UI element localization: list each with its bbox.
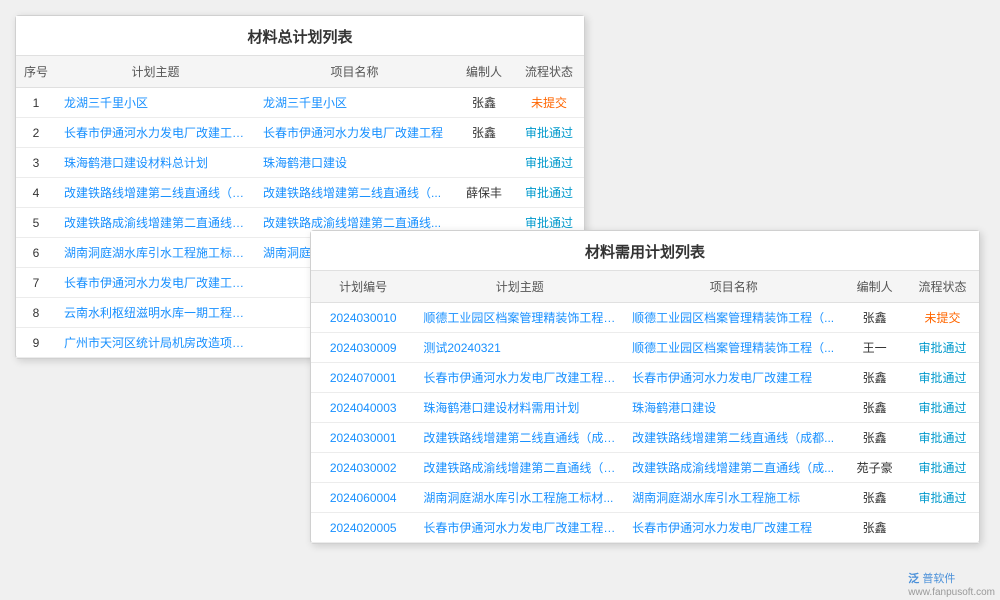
watermark-logo: 泛 bbox=[908, 573, 919, 585]
panel1-col-seq: 序号 bbox=[16, 56, 56, 88]
watermark-url: www.fanpusoft.com bbox=[908, 587, 995, 598]
panel2-col-code: 计划编号 bbox=[311, 271, 415, 303]
table-row[interactable]: 2024040003珠海鹤港口建设材料需用计划珠海鹤港口建设张鑫审批通过 bbox=[311, 393, 979, 423]
panel2-col-editor: 编制人 bbox=[843, 271, 906, 303]
table-row[interactable]: 2024070001长春市伊通河水力发电厂改建工程合...长春市伊通河水力发电厂… bbox=[311, 363, 979, 393]
panel1-col-editor: 编制人 bbox=[454, 56, 514, 88]
table-row[interactable]: 2024030001改建铁路线增建第二线直通线（成都...改建铁路线增建第二线直… bbox=[311, 423, 979, 453]
panel1-thead: 序号 计划主题 项目名称 编制人 流程状态 bbox=[16, 56, 584, 88]
table-row[interactable]: 2024060004湖南洞庭湖水库引水工程施工标材...湖南洞庭湖水库引水工程施… bbox=[311, 483, 979, 513]
panel2-thead: 计划编号 计划主题 项目名称 编制人 流程状态 bbox=[311, 271, 979, 303]
watermark-text: 普软件 bbox=[922, 573, 955, 585]
panel1-col-theme: 计划主题 bbox=[56, 56, 255, 88]
panel1-col-project: 项目名称 bbox=[255, 56, 454, 88]
table-row[interactable]: 3珠海鹤港口建设材料总计划珠海鹤港口建设审批通过 bbox=[16, 148, 584, 178]
panel2-col-theme: 计划主题 bbox=[415, 271, 624, 303]
panel2-title: 材料需用计划列表 bbox=[311, 231, 979, 271]
table-row[interactable]: 2024030009测试20240321顺德工业园区档案管理精装饰工程（...王… bbox=[311, 333, 979, 363]
table-row[interactable]: 1龙湖三千里小区龙湖三千里小区张鑫未提交 bbox=[16, 88, 584, 118]
panel2-table: 计划编号 计划主题 项目名称 编制人 流程状态 2024030010顺德工业园区… bbox=[311, 271, 979, 543]
table-row[interactable]: 2长春市伊通河水力发电厂改建工程合同材料...长春市伊通河水力发电厂改建工程张鑫… bbox=[16, 118, 584, 148]
watermark: 泛 普软件 www.fanpusoft.com bbox=[908, 570, 995, 598]
table-row[interactable]: 2024030002改建铁路成渝线增建第二直通线（成...改建铁路成渝线增建第二… bbox=[311, 453, 979, 483]
table-row[interactable]: 2024020005长春市伊通河水力发电厂改建工程材...长春市伊通河水力发电厂… bbox=[311, 513, 979, 543]
panel2-col-status: 流程状态 bbox=[906, 271, 979, 303]
panel-material-usage-plan: 材料需用计划列表 计划编号 计划主题 项目名称 编制人 流程状态 2024030… bbox=[310, 230, 980, 544]
panel1-title: 材料总计划列表 bbox=[16, 16, 584, 56]
table-row[interactable]: 4改建铁路线增建第二线直通线（成都-西安）...改建铁路线增建第二线直通线（..… bbox=[16, 178, 584, 208]
panel2-col-project: 项目名称 bbox=[624, 271, 843, 303]
table-row[interactable]: 2024030010顺德工业园区档案管理精装饰工程（...顺德工业园区档案管理精… bbox=[311, 303, 979, 333]
panel2-tbody: 2024030010顺德工业园区档案管理精装饰工程（...顺德工业园区档案管理精… bbox=[311, 303, 979, 543]
panel1-col-status: 流程状态 bbox=[514, 56, 584, 88]
